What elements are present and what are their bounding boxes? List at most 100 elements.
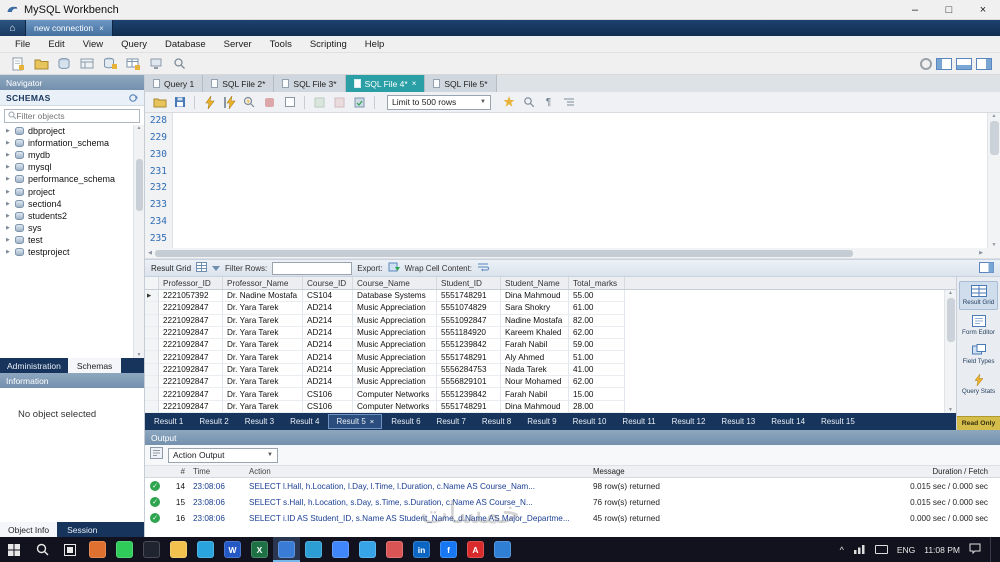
table-cell[interactable]: Music Appreciation bbox=[353, 314, 437, 327]
network-icon[interactable] bbox=[853, 544, 866, 556]
scroll-right-icon[interactable]: ▶ bbox=[976, 250, 986, 256]
table-cell[interactable]: AD214 bbox=[303, 363, 353, 377]
table-cell[interactable]: 2221092847 bbox=[159, 339, 223, 352]
toggle-sidebar-icon[interactable] bbox=[936, 57, 952, 70]
table-row[interactable]: 2221092847 Dr. Yara Tarek AD214 Music Ap… bbox=[145, 351, 956, 364]
sql-editor[interactable]: 228 229 230 231 232 233 234 235 ▲ ▼ bbox=[145, 113, 1000, 248]
taskbar-app-icon[interactable]: in bbox=[408, 537, 435, 562]
menu-item[interactable]: File bbox=[6, 39, 39, 50]
taskbar-app-icon[interactable] bbox=[327, 537, 354, 562]
table-row[interactable]: 2221092847 Dr. Yara Tarek CS106 Computer… bbox=[145, 400, 956, 413]
menu-item[interactable]: Edit bbox=[39, 39, 73, 50]
schema-tree-item[interactable]: ▶ students2 bbox=[0, 210, 144, 222]
scroll-down-icon[interactable]: ▼ bbox=[137, 352, 142, 358]
column-header[interactable]: Student_ID bbox=[437, 277, 501, 289]
taskbar-app-icon[interactable]: f bbox=[435, 537, 462, 562]
scrollbar-thumb[interactable] bbox=[946, 298, 955, 342]
table-row[interactable]: 2221092847 Dr. Yara Tarek AD214 Music Ap… bbox=[145, 302, 956, 315]
row-header-cell[interactable] bbox=[145, 376, 159, 389]
table-cell[interactable]: 15.00 bbox=[569, 388, 625, 401]
table-cell[interactable]: Dr. Yara Tarek bbox=[223, 302, 303, 315]
toggle-stop-on-error-icon[interactable] bbox=[281, 94, 298, 110]
code-area[interactable] bbox=[173, 113, 987, 248]
row-header-cell[interactable] bbox=[145, 400, 159, 413]
beautify-script-icon[interactable] bbox=[500, 94, 517, 110]
table-cell[interactable]: Dr. Yara Tarek bbox=[223, 388, 303, 401]
home-tab[interactable]: ⌂ bbox=[0, 20, 26, 36]
open-sql-script-icon[interactable] bbox=[31, 55, 51, 72]
minimize-button[interactable]: – bbox=[898, 0, 932, 19]
scroll-up-icon[interactable]: ▲ bbox=[948, 290, 953, 296]
scroll-left-icon[interactable]: ◀ bbox=[145, 250, 155, 256]
output-row[interactable]: ✓ 16 23:08:06 SELECT i.ID AS Student_ID,… bbox=[145, 510, 1000, 526]
expander-icon[interactable]: ▶ bbox=[6, 176, 15, 182]
table-row[interactable]: 2221092847 Dr. Yara Tarek AD214 Music Ap… bbox=[145, 326, 956, 340]
taskbar-app-icon[interactable] bbox=[381, 537, 408, 562]
tab-administration[interactable]: Administration bbox=[0, 358, 68, 373]
table-cell[interactable]: Dr. Nadine Mostafa bbox=[223, 290, 303, 303]
table-cell[interactable]: Nada Tarek bbox=[501, 363, 569, 377]
row-header-cell[interactable] bbox=[145, 351, 159, 364]
schema-tree-item[interactable]: ▶ performance_schema bbox=[0, 173, 144, 185]
table-cell[interactable]: 82.00 bbox=[569, 314, 625, 327]
table-cell[interactable]: 5551184920 bbox=[437, 326, 501, 340]
schema-tree-item[interactable]: ▶ test bbox=[0, 234, 144, 246]
find-icon[interactable] bbox=[520, 94, 537, 110]
notification-center-icon[interactable] bbox=[969, 543, 981, 556]
table-cell[interactable]: 5551748291 bbox=[437, 400, 501, 413]
side-panel-query-stats-button[interactable]: Query Stats bbox=[959, 371, 998, 398]
output-row[interactable]: ✓ 15 23:08:06 SELECT s.Hall, h.Location,… bbox=[145, 494, 1000, 510]
table-cell[interactable]: Dr. Yara Tarek bbox=[223, 376, 303, 389]
table-cell[interactable]: 61.00 bbox=[569, 302, 625, 315]
table-cell[interactable]: AD214 bbox=[303, 339, 353, 352]
toggle-output-area-icon[interactable] bbox=[956, 57, 972, 70]
expander-icon[interactable]: ▶ bbox=[6, 189, 15, 195]
side-panel-result-grid-button[interactable]: Result Grid bbox=[959, 281, 998, 311]
schema-tree-item[interactable]: ▶ information_schema bbox=[0, 137, 144, 149]
table-cell[interactable]: 2221092847 bbox=[159, 376, 223, 389]
menu-item[interactable]: Query bbox=[112, 39, 156, 50]
connection-tab[interactable]: new connection × bbox=[26, 20, 113, 36]
table-cell[interactable]: Farah Nabil bbox=[501, 339, 569, 352]
table-cell[interactable]: 55.00 bbox=[569, 290, 625, 303]
expander-icon[interactable]: ▶ bbox=[6, 140, 15, 146]
table-cell[interactable]: Database Systems bbox=[353, 290, 437, 303]
menu-item[interactable]: Server bbox=[215, 39, 261, 50]
table-cell[interactable]: Computer Networks bbox=[353, 388, 437, 401]
schema-tree-item[interactable]: ▶ section4 bbox=[0, 198, 144, 210]
table-cell[interactable]: Dr. Yara Tarek bbox=[223, 326, 303, 340]
table-cell[interactable]: Music Appreciation bbox=[353, 339, 437, 352]
result-tab[interactable]: Result 14 bbox=[764, 415, 812, 428]
column-header[interactable]: Professor_ID bbox=[159, 277, 223, 289]
close-tab-icon[interactable]: × bbox=[412, 79, 417, 88]
limit-rows-dropdown[interactable]: Limit to 500 rows ▼ bbox=[387, 94, 491, 110]
open-model-icon[interactable] bbox=[77, 55, 97, 72]
row-header-cell[interactable] bbox=[145, 363, 159, 377]
query-tab[interactable]: Query 1 bbox=[145, 75, 204, 92]
schema-tree-item[interactable]: ▶ mysql bbox=[0, 161, 144, 173]
side-panel-field-types-button[interactable]: Field Types bbox=[959, 341, 998, 368]
table-cell[interactable]: 5551239842 bbox=[437, 388, 501, 401]
scroll-up-icon[interactable]: ▲ bbox=[992, 113, 997, 119]
table-cell[interactable]: Nadine Mostafa bbox=[501, 314, 569, 327]
table-cell[interactable]: 5551074829 bbox=[437, 302, 501, 315]
output-row[interactable]: ✓ 14 23:08:06 SELECT l.Hall, h.Location,… bbox=[145, 478, 1000, 494]
explain-plan-icon[interactable] bbox=[241, 94, 258, 110]
close-result-tab-icon[interactable]: × bbox=[370, 417, 374, 426]
execute-current-statement-icon[interactable] bbox=[221, 94, 238, 110]
menu-item[interactable]: Database bbox=[156, 39, 215, 50]
table-cell[interactable]: Dr. Yara Tarek bbox=[223, 339, 303, 352]
table-cell[interactable]: Nour Mohamed bbox=[501, 376, 569, 389]
table-cell[interactable]: 2221092847 bbox=[159, 351, 223, 364]
expander-icon[interactable]: ▶ bbox=[6, 164, 15, 170]
table-cell[interactable]: 2221057392 bbox=[159, 290, 223, 303]
table-cell[interactable]: AD214 bbox=[303, 326, 353, 340]
table-cell[interactable]: Music Appreciation bbox=[353, 302, 437, 315]
taskbar-search-icon[interactable] bbox=[28, 537, 56, 562]
execute-script-icon[interactable] bbox=[201, 94, 218, 110]
table-cell[interactable]: 2221092847 bbox=[159, 400, 223, 413]
filter-rows-input[interactable] bbox=[272, 261, 353, 275]
table-cell[interactable]: 2221092847 bbox=[159, 363, 223, 377]
rollback-icon[interactable] bbox=[331, 94, 348, 110]
taskbar-app-icon[interactable] bbox=[354, 537, 381, 562]
